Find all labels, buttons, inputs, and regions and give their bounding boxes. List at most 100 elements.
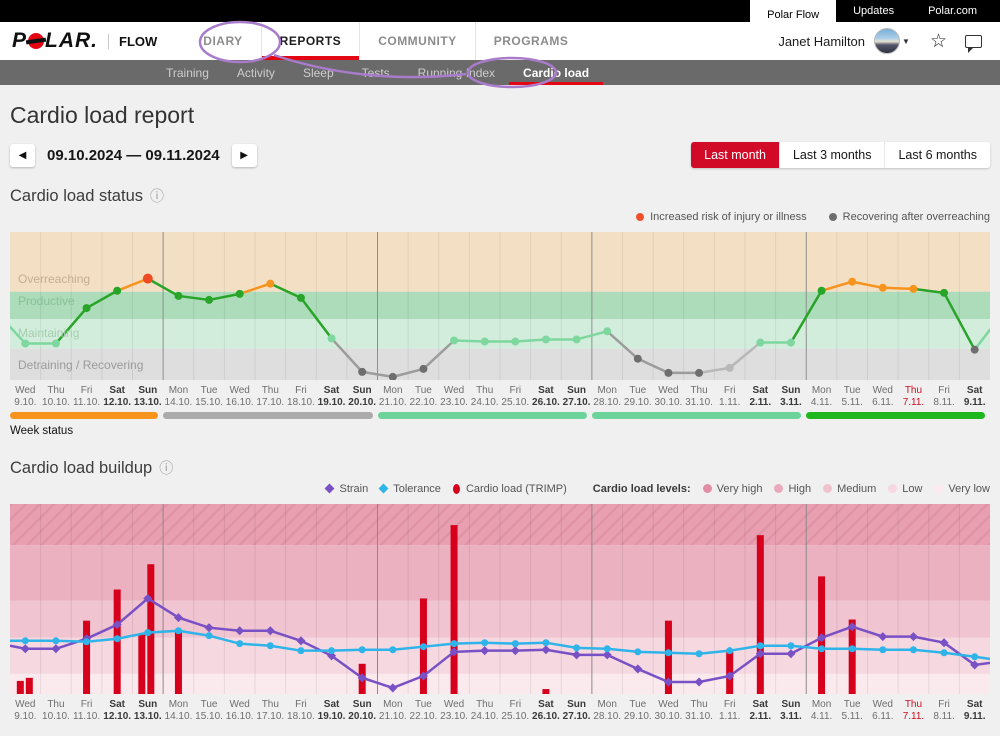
logo-o-icon [28,33,44,49]
day-date: 29.10. [623,397,654,409]
subnav-item-tests[interactable]: Tests [348,60,404,85]
favorites-star-icon[interactable]: ☆ [930,30,947,53]
nav-item-community[interactable]: COMMUNITY [359,22,475,60]
day-label: Sun3.11. [776,385,807,408]
user-area: Janet Hamilton ▼ ☆ [778,28,988,54]
day-date: 14.10. [163,397,194,409]
info-icon[interactable]: ⓘ [159,458,173,478]
day-date: 28.10. [592,711,623,723]
day-label: Sat9.11. [959,385,990,408]
day-dow: Fri [929,385,960,397]
day-date: 11.10. [71,397,102,409]
day-label: Sun3.11. [776,699,807,722]
day-dow: Thu [255,699,286,711]
subnav-item-cardio-load[interactable]: Cardio load [509,60,603,85]
day-dow: Sat [316,385,347,397]
day-label: Sun27.10. [561,699,592,722]
day-dow: Mon [163,699,194,711]
day-date: 15.10. [194,397,225,409]
day-dow: Thu [469,385,500,397]
day-dow: Sat [316,699,347,711]
day-date: 8.11. [929,711,960,723]
day-date: 17.10. [255,397,286,409]
prev-period-button[interactable]: ◀ [10,144,35,167]
load-level-item: Medium [823,483,876,495]
day-date: 9.11. [959,711,990,723]
day-label: Tue29.10. [623,385,654,408]
day-dow: Sun [133,699,164,711]
cardio-load-status-chart[interactable]: OverreachingProductiveMaintainingDetrain… [10,232,990,380]
day-date: 21.10. [378,711,409,723]
day-dow: Tue [837,699,868,711]
topbar-tab-polar-com[interactable]: Polar.com [911,0,994,22]
day-label: Wed6.11. [868,385,899,408]
nav-item-programs[interactable]: PROGRAMS [475,22,587,60]
day-date: 11.10. [71,711,102,723]
diamond-marker-icon [379,484,389,494]
topbar-tab-updates[interactable]: Updates [836,0,911,22]
nav-item-reports[interactable]: REPORTS [261,22,360,60]
day-dow: Fri [929,699,960,711]
legend-label: Increased risk of injury or illness [650,211,807,223]
level-dot-icon [934,484,943,493]
day-date: 4.11. [806,397,837,409]
chevron-down-icon[interactable]: ▼ [902,37,910,46]
load-level-item: Very low [934,483,990,495]
range-button-last-month[interactable]: Last month [691,142,780,168]
status-x-axis: Wed9.10.Thu10.10.Fri11.10.Sat12.10.Sun13… [10,385,990,408]
day-date: 17.10. [255,711,286,723]
week-status-label: Week status [10,425,990,437]
day-dow: Fri [71,385,102,397]
user-name[interactable]: Janet Hamilton [778,34,865,49]
logo-text-lar: LAR. [45,29,98,53]
info-icon[interactable]: ⓘ [150,186,164,206]
day-dow: Tue [408,385,439,397]
day-dow: Tue [408,699,439,711]
day-label: Wed23.10. [439,385,470,408]
day-dow: Sun [561,385,592,397]
logo-flow-label: FLOW [108,34,157,49]
day-label: Mon4.11. [806,699,837,722]
range-button-last-3-months[interactable]: Last 3 months [780,142,886,168]
day-dow: Sat [531,385,562,397]
day-label: Wed30.10. [653,385,684,408]
day-label: Thu31.10. [684,385,715,408]
diamond-marker-icon [325,484,335,494]
day-label: Wed23.10. [439,699,470,722]
subnav-item-running-index[interactable]: Running Index [404,60,509,85]
day-label: Fri8.11. [929,699,960,722]
cardio-load-buildup-chart[interactable] [10,504,990,694]
day-label: Mon14.10. [163,699,194,722]
day-label: Tue29.10. [623,699,654,722]
avatar[interactable] [874,28,900,54]
day-date: 26.10. [531,397,562,409]
buildup-heading: Cardio load buildup [10,459,152,478]
range-button-last-6-months[interactable]: Last 6 months [885,142,990,168]
day-label: Thu17.10. [255,699,286,722]
day-date: 30.10. [653,397,684,409]
subnav-item-activity[interactable]: Activity [223,60,289,85]
day-label: Fri18.10. [286,699,317,722]
range-button-group: Last monthLast 3 monthsLast 6 months [691,142,990,168]
sub-nav: TrainingActivitySleepTestsRunning IndexC… [0,60,1000,85]
subnav-item-training[interactable]: Training [152,60,223,85]
day-dow: Wed [653,385,684,397]
day-label: Sat12.10. [102,385,133,408]
day-date: 14.10. [163,711,194,723]
nav-item-diary[interactable]: DIARY [185,22,260,60]
polar-logo[interactable]: P LAR. FLOW [12,29,157,53]
messages-icon[interactable] [965,35,982,48]
next-period-button[interactable]: ▶ [232,144,257,167]
subnav-item-sleep[interactable]: Sleep [289,60,348,85]
day-date: 6.11. [868,397,899,409]
status-legend-item: Increased risk of injury or illness [636,211,807,223]
day-dow: Sat [531,699,562,711]
topbar-tab-polar-flow[interactable]: Polar Flow [750,0,836,30]
day-label: Thu31.10. [684,699,715,722]
day-dow: Tue [194,699,225,711]
level-dot-icon [888,484,897,493]
day-dow: Mon [378,385,409,397]
nav-items: DIARYREPORTSCOMMUNITYPROGRAMS [185,22,586,60]
day-label: Fri1.11. [714,699,745,722]
day-date: 18.10. [286,397,317,409]
